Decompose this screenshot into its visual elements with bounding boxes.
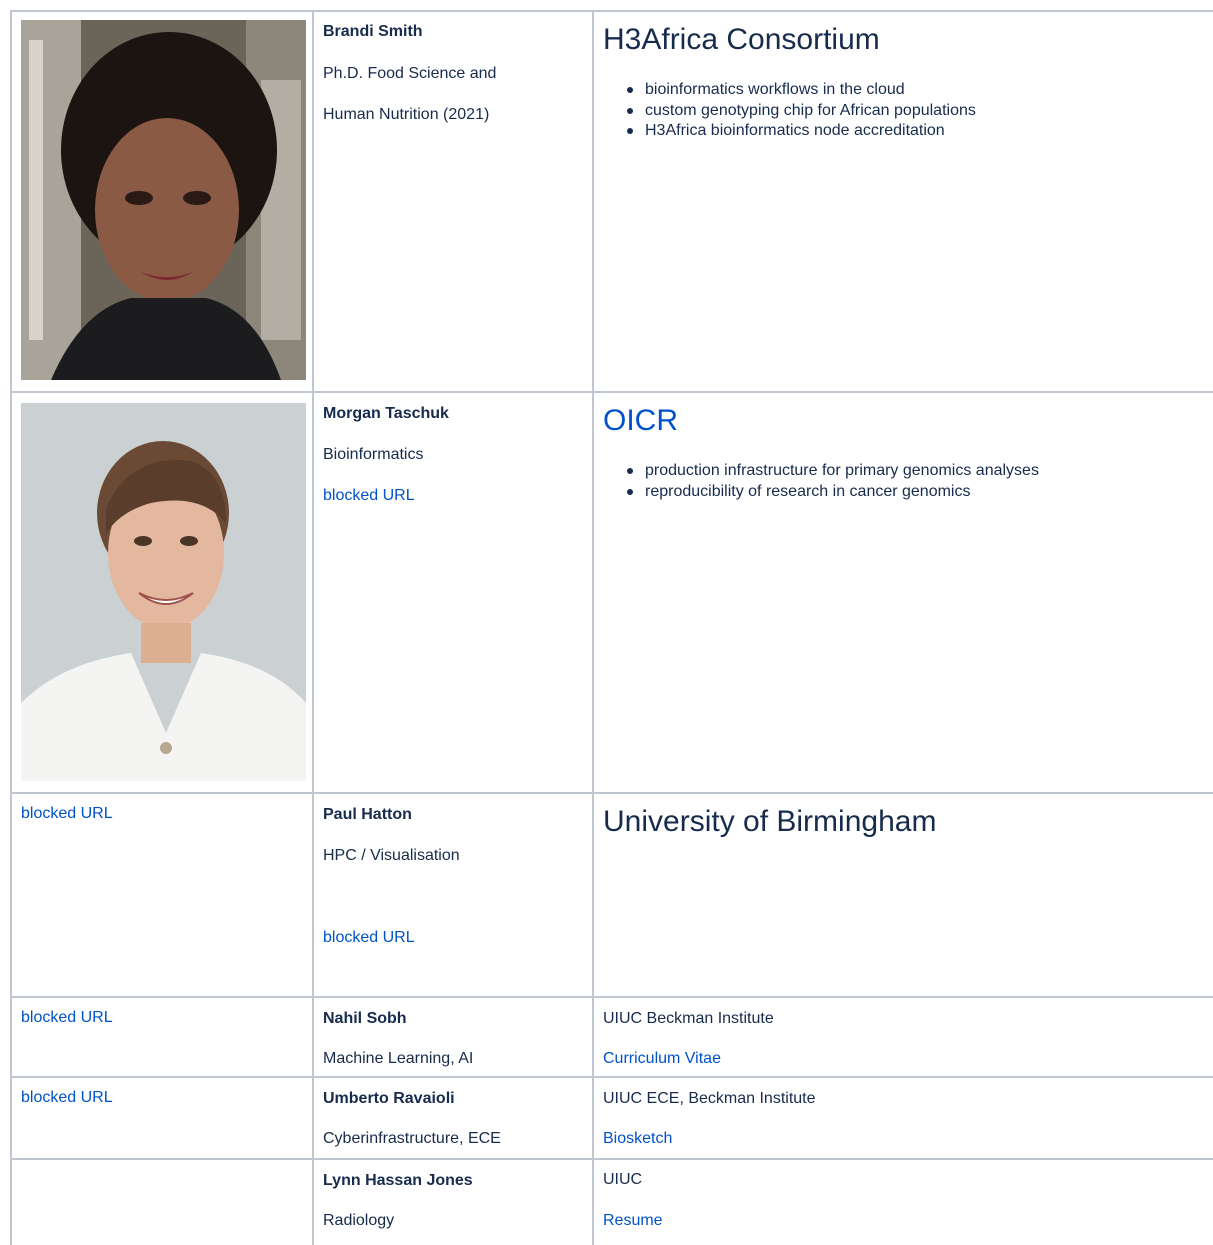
person-description-line: Bioinformatics — [323, 446, 424, 463]
profile-photo-brandi-smith — [21, 20, 306, 380]
photo-cell — [10, 393, 312, 792]
photo-cell: blocked URL — [10, 1078, 312, 1158]
person-name: Umberto Ravaioli — [323, 1090, 455, 1107]
info-cell: Morgan Taschuk Bioinformatics blocked UR… — [312, 393, 592, 792]
table-row: Morgan Taschuk Bioinformatics blocked UR… — [10, 393, 1213, 792]
list-item: production infrastructure for primary ge… — [603, 461, 1039, 482]
person-description-line: Radiology — [323, 1212, 395, 1229]
org-cell: H3Africa Consortium bioinformatics workf… — [592, 10, 1213, 391]
portrait-image — [21, 403, 306, 781]
info-cell: Brandi Smith Ph.D. Food Science and Huma… — [312, 10, 592, 391]
project-list: bioinformatics workflows in the cloud cu… — [603, 80, 976, 142]
table-row: blocked URL Umberto Ravaioli Cyberinfras… — [10, 1078, 1213, 1158]
list-item: reproducibility of research in cancer ge… — [603, 482, 1039, 503]
person-name: Nahil Sobh — [323, 1010, 407, 1027]
blocked-url-link[interactable]: blocked URL — [21, 1008, 113, 1028]
table-row: Lynn Hassan Jones Radiology UIUC Resume — [10, 1160, 1213, 1245]
info-cell: Paul Hatton HPC / Visualisation blocked … — [312, 794, 592, 996]
person-description-line: HPC / Visualisation — [323, 847, 460, 864]
profile-photo-morgan-taschuk — [21, 403, 306, 781]
org-heading: University of Birmingham — [603, 805, 937, 838]
info-cell: Umberto Ravaioli Cyberinfrastructure, EC… — [312, 1078, 592, 1158]
org-name: UIUC Beckman Institute — [603, 1010, 774, 1027]
table-row: Brandi Smith Ph.D. Food Science and Huma… — [10, 10, 1213, 391]
person-description-line: Cyberinfrastructure, ECE — [323, 1130, 501, 1147]
info-cell: Nahil Sobh Machine Learning, AI — [312, 998, 592, 1076]
person-name: Paul Hatton — [323, 806, 412, 823]
photo-cell: blocked URL — [10, 998, 312, 1076]
info-cell: Lynn Hassan Jones Radiology — [312, 1160, 592, 1245]
list-item: custom genotyping chip for African popul… — [603, 101, 976, 122]
org-name: UIUC ECE, Beckman Institute — [603, 1090, 816, 1107]
blocked-url-link[interactable]: blocked URL — [323, 928, 415, 948]
org-heading-link[interactable]: OICR — [603, 403, 678, 439]
table-row: blocked URL Nahil Sobh Machine Learning,… — [10, 998, 1213, 1076]
resume-link[interactable]: Resume — [603, 1211, 663, 1231]
org-cell: UIUC Beckman Institute Curriculum Vitae — [592, 998, 1213, 1076]
person-description-line: Ph.D. Food Science and — [323, 65, 497, 82]
person-description-line: Human Nutrition (2021) — [323, 106, 490, 123]
blocked-url-link[interactable]: blocked URL — [323, 486, 415, 506]
list-item: bioinformatics workflows in the cloud — [603, 80, 976, 101]
table-row: blocked URL Paul Hatton HPC / Visualisat… — [10, 794, 1213, 996]
org-cell: UIUC Resume — [592, 1160, 1213, 1245]
person-name: Brandi Smith — [323, 23, 423, 40]
portrait-image — [21, 20, 306, 380]
photo-cell: blocked URL — [10, 794, 312, 996]
project-list: production infrastructure for primary ge… — [603, 461, 1039, 502]
blocked-url-link[interactable]: blocked URL — [21, 804, 113, 824]
biosketch-link[interactable]: Biosketch — [603, 1129, 672, 1149]
org-cell: UIUC ECE, Beckman Institute Biosketch — [592, 1078, 1213, 1158]
person-description-line: Machine Learning, AI — [323, 1050, 474, 1067]
photo-cell — [10, 10, 312, 391]
list-item: H3Africa bioinformatics node accreditati… — [603, 121, 976, 142]
org-name: UIUC — [603, 1171, 643, 1188]
photo-cell — [10, 1160, 312, 1245]
org-heading: H3Africa Consortium — [603, 23, 880, 56]
person-name: Lynn Hassan Jones — [323, 1172, 473, 1189]
org-cell: OICR production infrastructure for prima… — [592, 393, 1213, 792]
blocked-url-link[interactable]: blocked URL — [21, 1088, 113, 1108]
org-cell: University of Birmingham — [592, 794, 1213, 996]
curriculum-vitae-link[interactable]: Curriculum Vitae — [603, 1049, 721, 1069]
person-name: Morgan Taschuk — [323, 405, 449, 422]
